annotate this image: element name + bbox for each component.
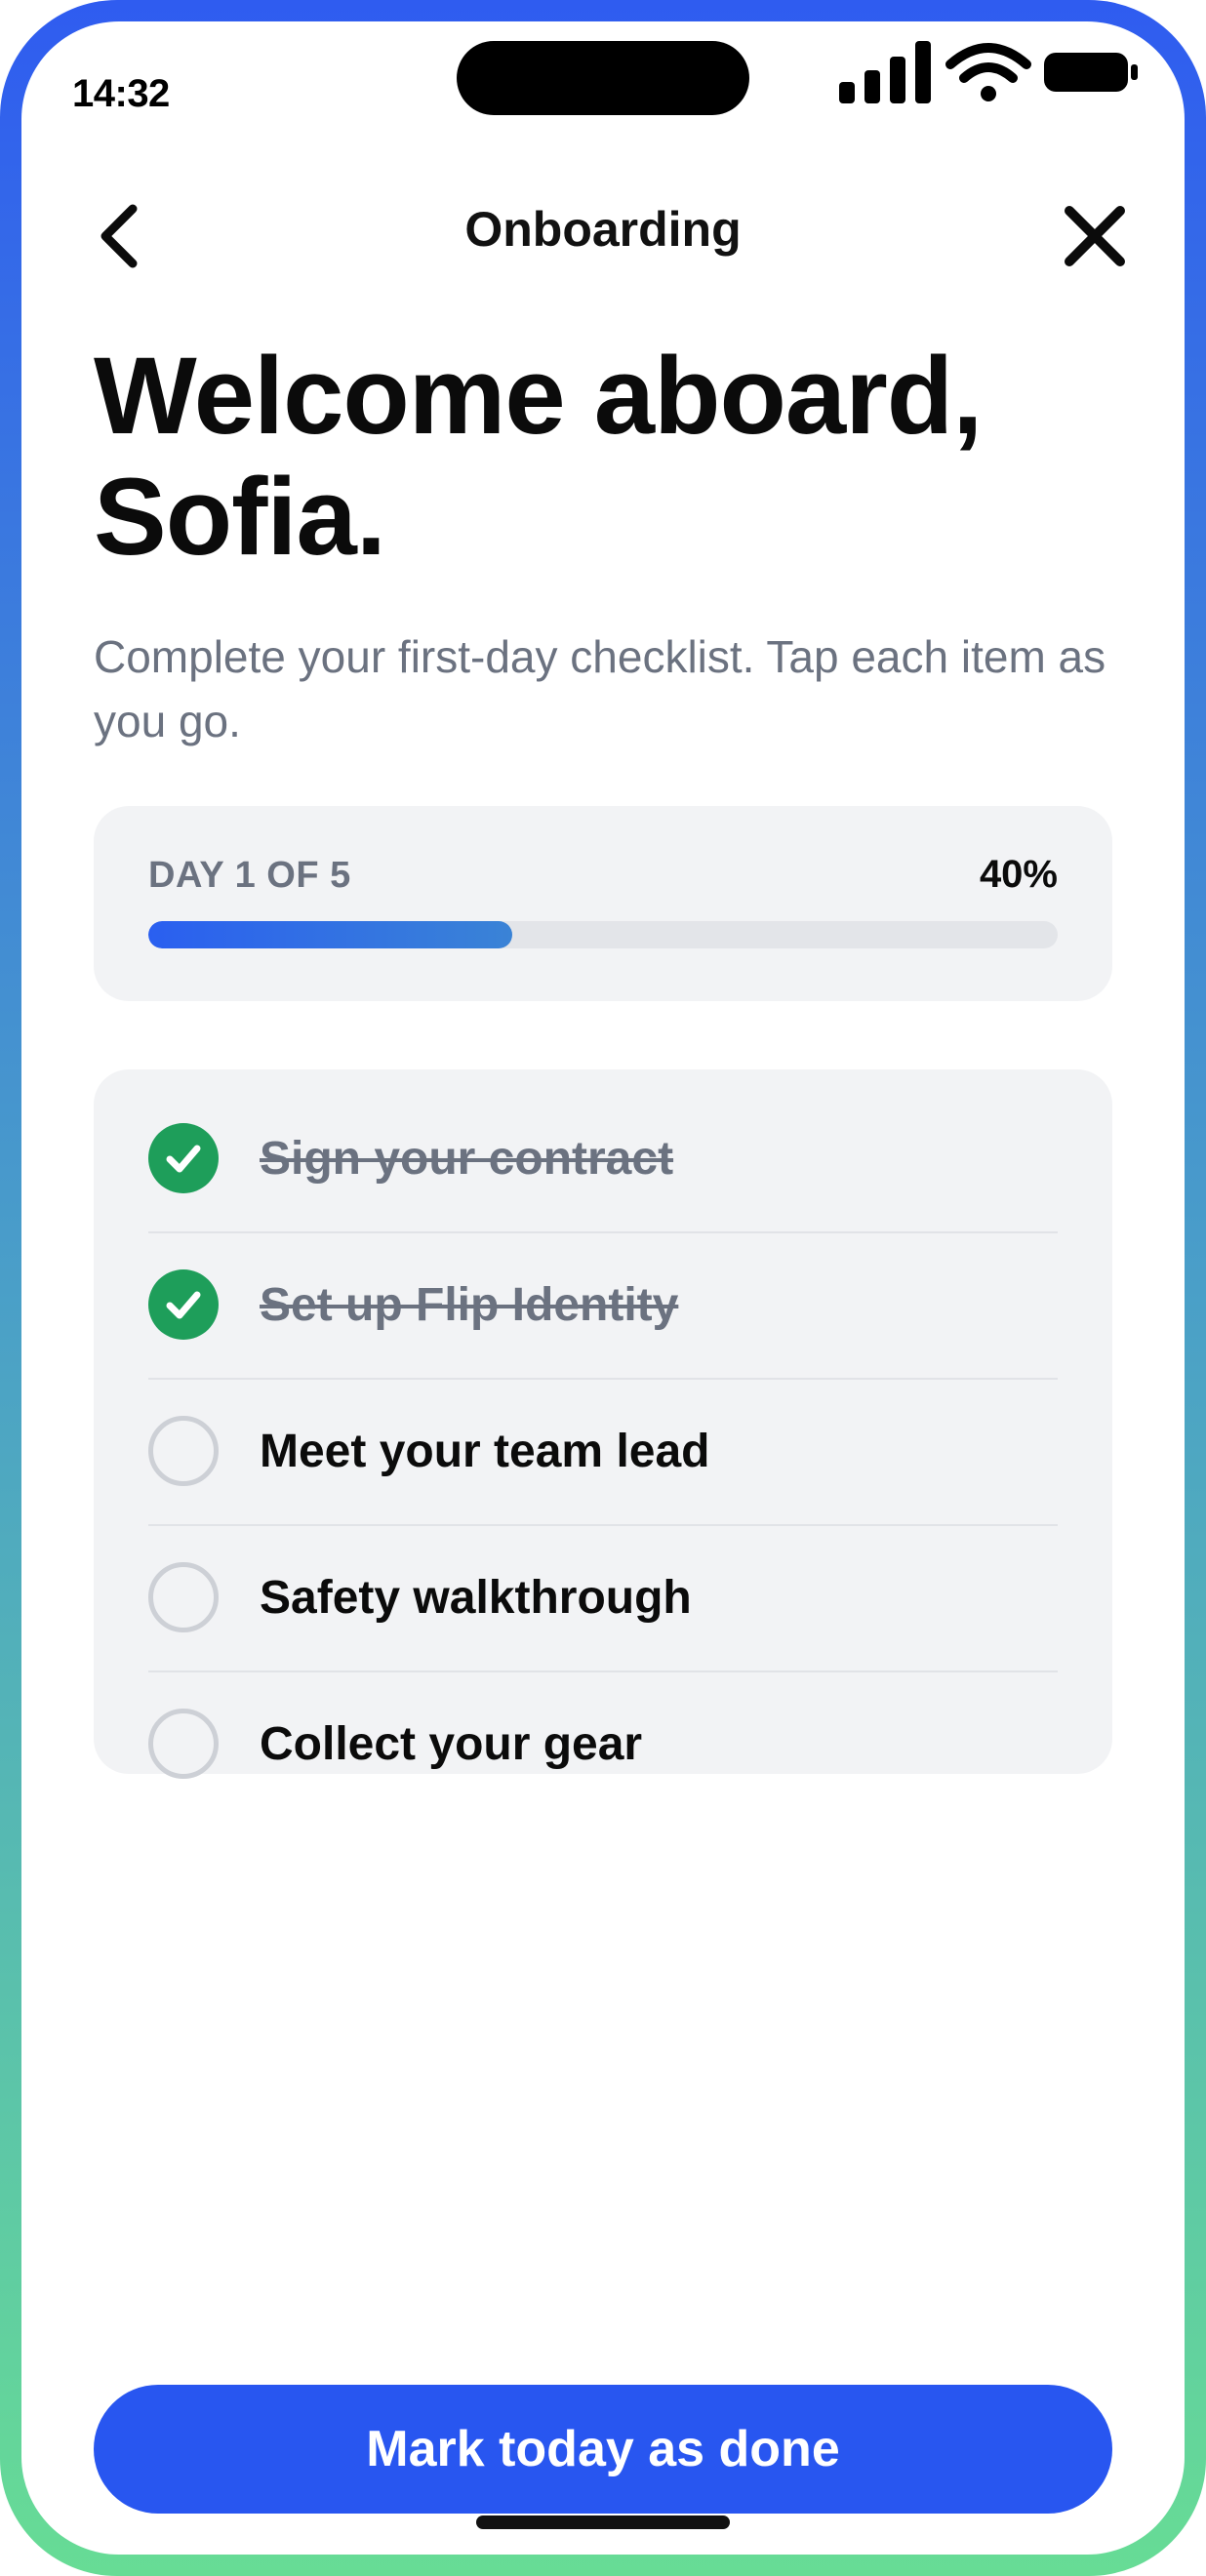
checklist-item-label: Collect your gear <box>260 1717 643 1770</box>
checklist-item[interactable]: Set up Flip Identity <box>148 1231 1058 1378</box>
status-time: 14:32 <box>72 72 170 115</box>
unchecked-circle-icon <box>148 1709 219 1779</box>
day-label: DAY 1 OF 5 <box>148 855 351 896</box>
unchecked-circle-icon <box>148 1416 219 1486</box>
close-icon <box>1065 206 1125 266</box>
welcome-heading: Welcome aboard, Sofia. <box>94 335 983 578</box>
checklist: Sign your contract Set up Flip Identity … <box>94 1069 1112 1779</box>
screen: 14:32 Onboarding Welcome aboard, Sofia. … <box>21 21 1185 2555</box>
checklist-item-label: Sign your contract <box>260 1132 674 1185</box>
dynamic-island <box>457 41 749 115</box>
device-frame: 14:32 Onboarding Welcome aboard, Sofia. … <box>0 0 1206 2576</box>
progress-card: DAY 1 OF 5 40% <box>94 806 1112 1001</box>
subtitle: Complete your first-day checklist. Tap e… <box>94 631 1106 746</box>
signal-icon <box>839 41 931 103</box>
unchecked-circle-icon <box>148 1562 219 1632</box>
home-indicator <box>476 2516 730 2529</box>
checklist-item-label: Set up Flip Identity <box>260 1278 679 1331</box>
progress-bar-fill <box>148 921 512 948</box>
mark-done-button[interactable]: Mark today as done <box>94 2385 1112 2514</box>
checklist-item[interactable]: Sign your contract <box>148 1085 1058 1231</box>
checklist-item-label: Meet your team lead <box>260 1425 710 1477</box>
checklist-item[interactable]: Safety walkthrough <box>148 1524 1058 1670</box>
battery-icon <box>1044 53 1138 92</box>
checklist-item-label: Safety walkthrough <box>260 1571 692 1624</box>
status-icons <box>837 37 1140 105</box>
progress-percent: 40% <box>979 853 1058 896</box>
progress-bar <box>148 921 1058 948</box>
wifi-icon <box>945 43 1031 101</box>
close-button[interactable] <box>1056 197 1134 275</box>
checklist-item[interactable]: Collect your gear <box>148 1670 1058 1817</box>
checklist-item[interactable]: Meet your team lead <box>148 1378 1058 1524</box>
checked-icon <box>148 1269 219 1340</box>
checked-icon <box>148 1123 219 1193</box>
page-title: Onboarding <box>464 202 742 257</box>
